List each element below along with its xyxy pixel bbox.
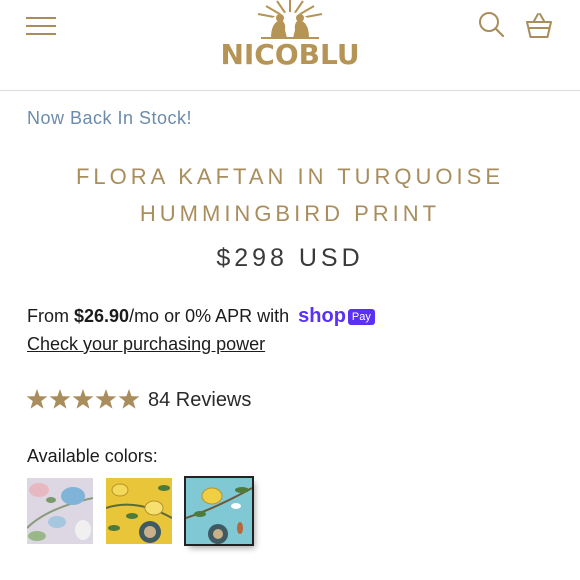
financing-text: From $26.90/mo or 0% APR with shop Pay (27, 305, 375, 328)
product-title-line-2: HUMMINGBIRD PRINT (139, 201, 441, 226)
financing-amount: $26.90 (74, 306, 130, 326)
color-swatch-yellow-lemon[interactable] (106, 478, 172, 544)
reviews-link[interactable]: 84 Reviews (148, 389, 251, 412)
color-swatch-turquoise-hummingbird[interactable] (186, 478, 252, 544)
financing-prefix: From (27, 306, 74, 326)
site-header: NICOBLU (0, 0, 580, 91)
check-purchasing-power-link[interactable]: Check your purchasing power (27, 334, 265, 355)
star-icon (118, 389, 140, 409)
shopping-basket-icon[interactable] (524, 11, 554, 41)
stock-status: Now Back In Stock! (27, 108, 193, 128)
product-title: FLORA KAFTAN IN TURQUOISE HUMMINGBIRD PR… (40, 158, 540, 232)
star-icon (49, 389, 71, 409)
star-icon (95, 389, 117, 409)
hamburger-menu-icon[interactable] (26, 12, 58, 40)
financing-suffix: /mo or 0% APR with (129, 306, 290, 326)
logo-text: NICOBLU (220, 38, 360, 71)
product-title-line-1: FLORA KAFTAN IN TURQUOISE (75, 164, 504, 189)
shop-pay-badge: Pay (347, 309, 375, 325)
search-icon[interactable] (478, 11, 506, 39)
shop-pay-logo: shop (298, 305, 346, 327)
site-logo[interactable]: NICOBLU (215, 0, 365, 75)
color-swatch-lavender-floral[interactable] (27, 478, 93, 544)
product-price: $298 USD (216, 244, 364, 272)
star-icon (26, 389, 48, 409)
available-colors-label: Available colors: (27, 446, 158, 466)
star-rating-icon (26, 389, 140, 409)
star-icon (72, 389, 94, 409)
logo-emblem-icon (257, 0, 323, 39)
